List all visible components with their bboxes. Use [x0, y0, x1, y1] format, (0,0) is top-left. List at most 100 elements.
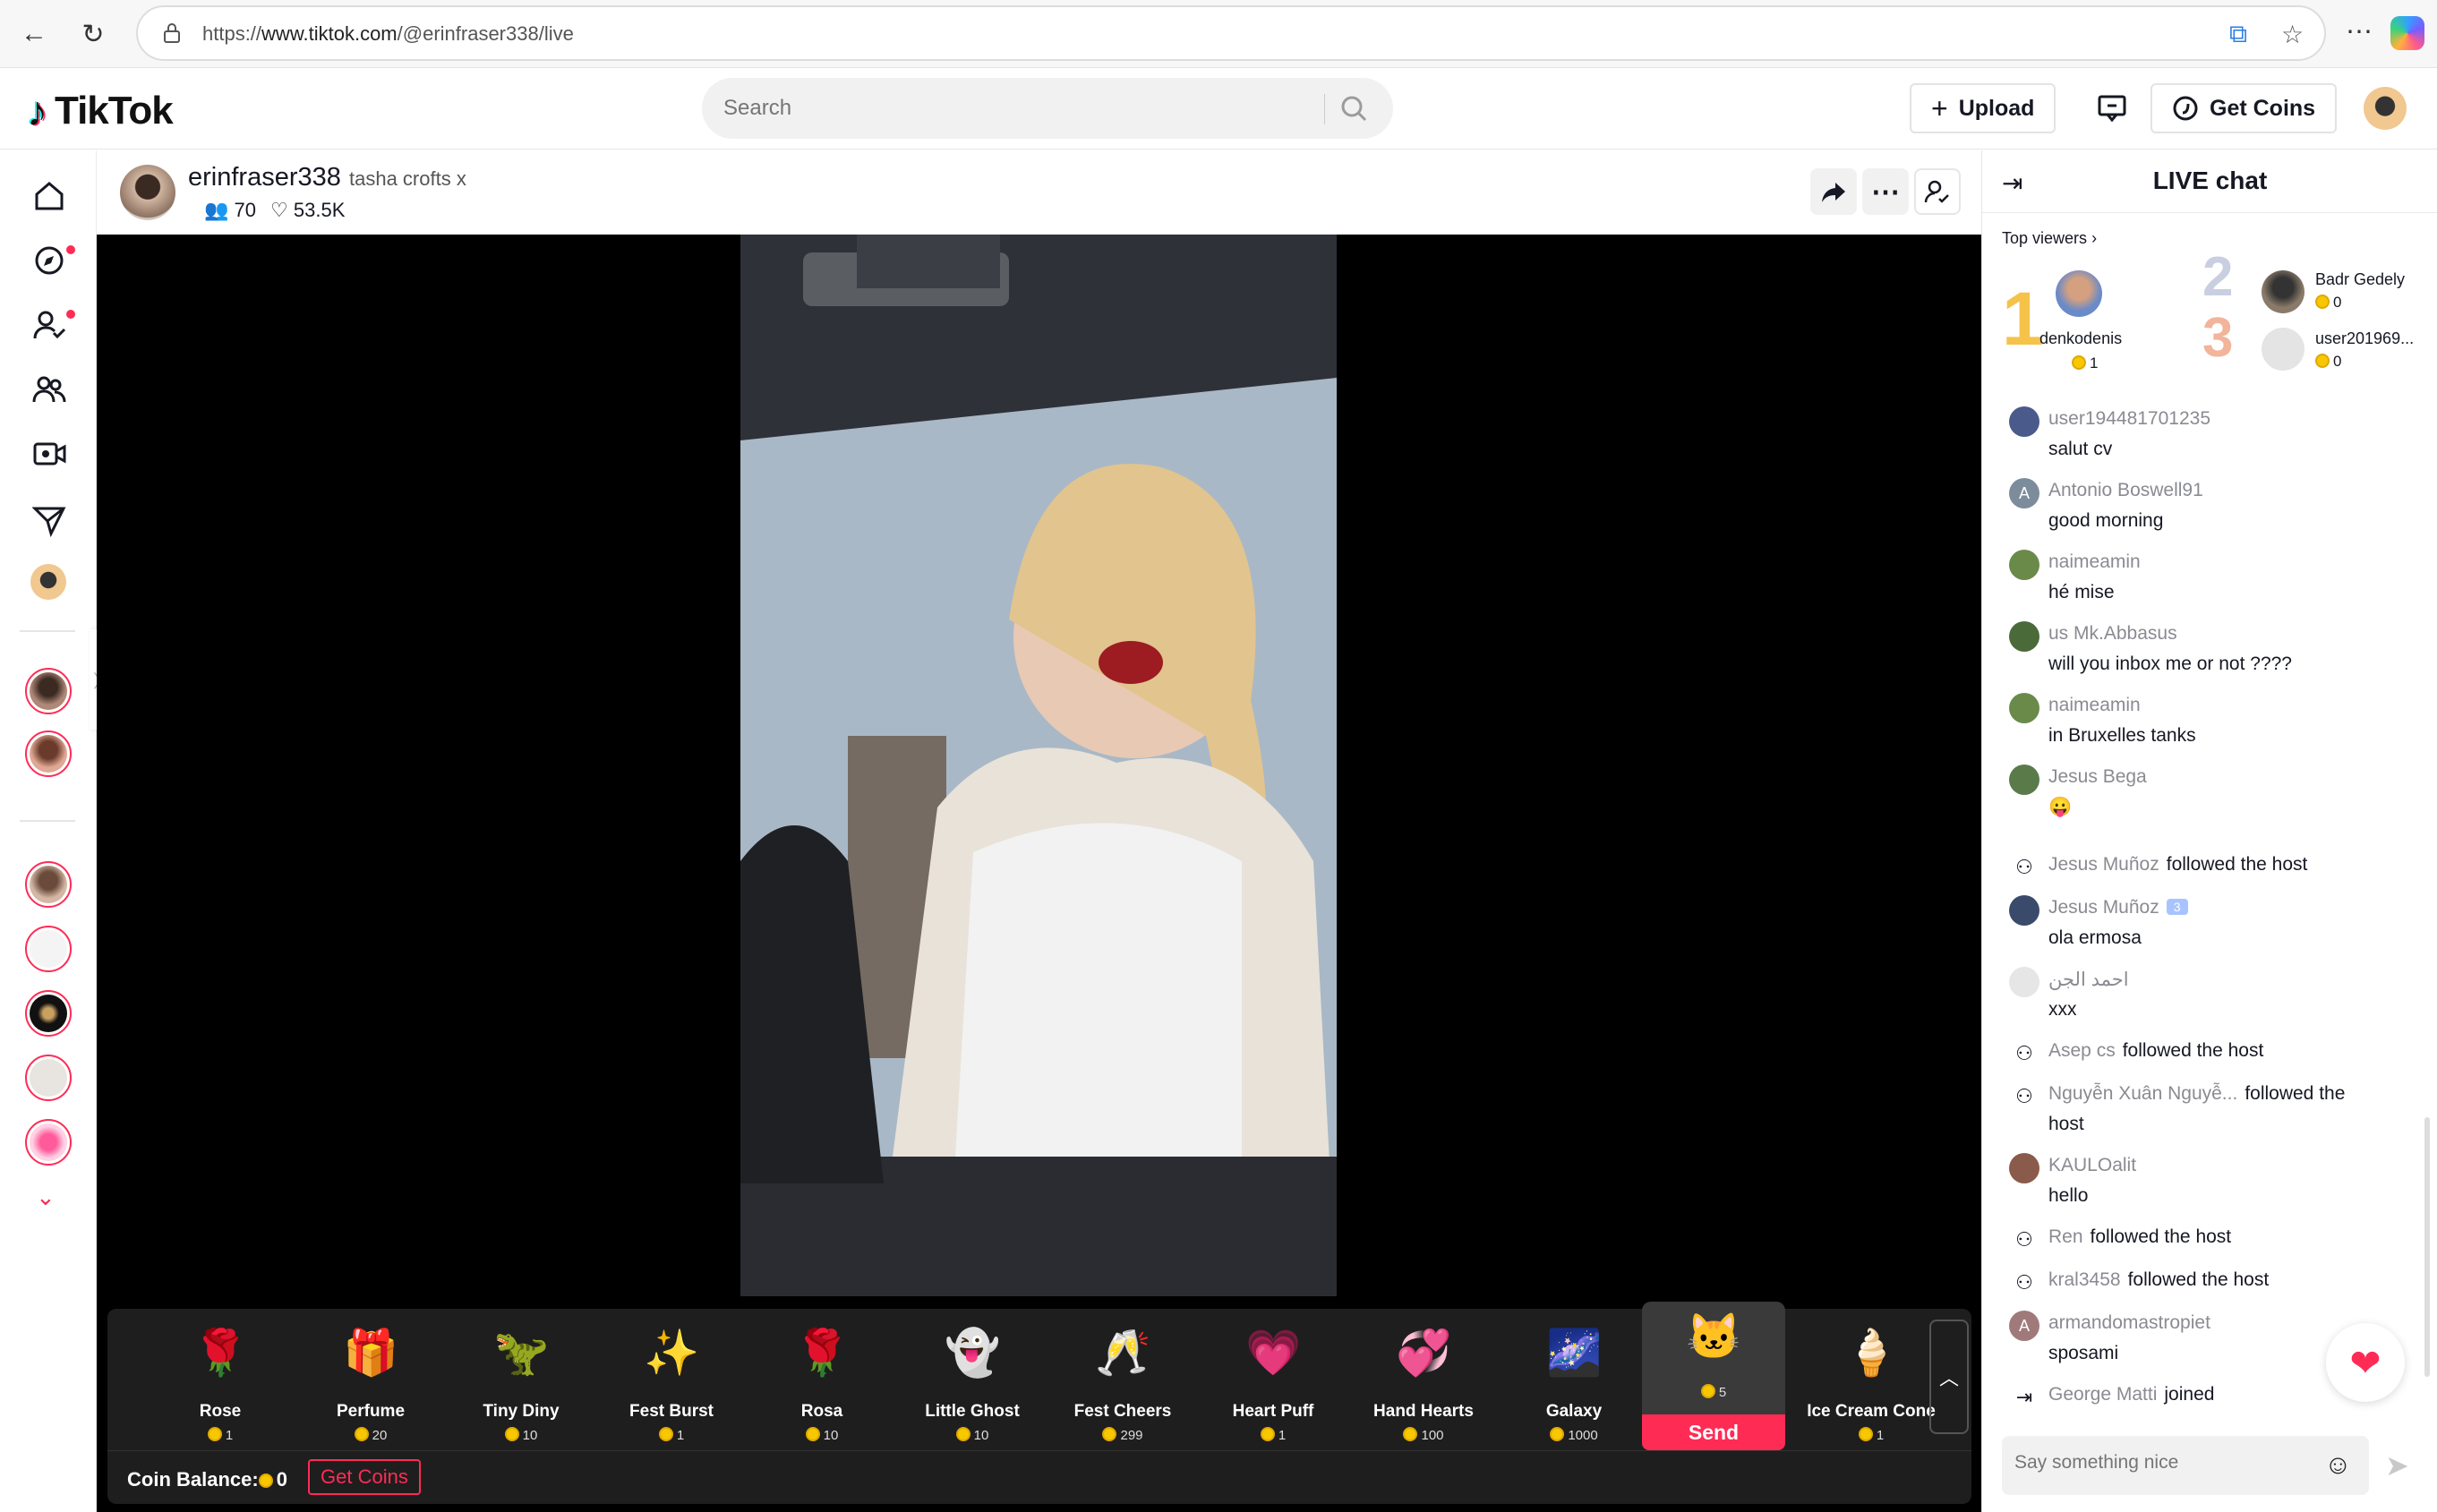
chat-username[interactable]: احمد الجن	[2048, 969, 2129, 991]
address-bar[interactable]: https://www.tiktok.com/@erinfraser338/li…	[136, 5, 2326, 61]
top-viewer-avatar[interactable]	[2056, 270, 2102, 317]
gift-item[interactable]: 🌹 Rose 1	[149, 1318, 292, 1452]
get-coins-link[interactable]: Get Coins	[308, 1459, 421, 1495]
gift-item[interactable]: 🍦 Ice Cream Cone 1	[1800, 1318, 1943, 1452]
chat-username[interactable]: Antonio Boswell91	[2048, 480, 2203, 501]
gift-item[interactable]: 💞 Hand Hearts 100	[1352, 1318, 1495, 1452]
favorite-star-icon[interactable]: ☆	[2281, 20, 2304, 49]
live-creator-avatar[interactable]	[25, 926, 72, 972]
chat-username[interactable]: naimeamin	[2048, 551, 2141, 573]
chat-scrollbar[interactable]	[2424, 1117, 2430, 1377]
live-video-stream[interactable]	[740, 235, 1337, 1296]
chat-username[interactable]: Jesus Muñoz followed the host	[2048, 854, 2307, 876]
coin-icon	[955, 1427, 971, 1441]
rank-1-badge: 1	[2002, 277, 2044, 361]
top-viewer-avatar[interactable]	[2262, 328, 2304, 371]
chat-message-text: ola ermosa	[2048, 927, 2142, 948]
gift-icon: 🍦	[1843, 1328, 1900, 1378]
chat-username[interactable]: Ren followed the host	[2048, 1226, 2231, 1248]
top-viewers-link[interactable]: Top viewers ›	[2002, 229, 2097, 248]
live-creator-avatar[interactable]	[25, 1055, 72, 1101]
upload-button[interactable]: + Upload	[1910, 83, 2056, 133]
chat-messages-list[interactable]: no inbox me will u or not ???? user194481…	[1982, 392, 2437, 1422]
chat-username[interactable]: kral3458 followed the host	[2048, 1269, 2269, 1291]
chat-username[interactable]: naimeamin	[2048, 695, 2141, 716]
browser-menu-icon[interactable]: ⋯	[2346, 16, 2373, 47]
profile-avatar[interactable]	[2364, 87, 2407, 130]
send-message-icon[interactable]: ➤	[2385, 1448, 2409, 1482]
live-friend-avatar[interactable]	[25, 668, 72, 714]
back-icon[interactable]: ←	[18, 18, 50, 50]
show-more-chevron-icon[interactable]: ⌄	[36, 1183, 56, 1211]
search-input[interactable]	[723, 94, 1296, 123]
following-icon[interactable]	[29, 304, 70, 346]
search-icon[interactable]	[1339, 94, 1368, 123]
gift-item[interactable]: 👻 Little Ghost 10	[901, 1318, 1044, 1452]
gift-name: Rosa	[800, 1402, 843, 1421]
top-viewer-avatar[interactable]	[2262, 270, 2304, 313]
gift-item[interactable]: 💗 Heart Puff 1	[1201, 1318, 1345, 1452]
gift-item[interactable]: 🎁 Perfume 20	[299, 1318, 442, 1452]
chat-message-text: hello	[2048, 1185, 2089, 1206]
search-box[interactable]	[702, 78, 1393, 139]
chat-event-text: joined	[2164, 1384, 2215, 1405]
gift-icon: 👻	[945, 1328, 1001, 1378]
gift-item[interactable]: 🦖 Tiny Diny 10	[449, 1318, 593, 1452]
messages-icon[interactable]	[29, 500, 70, 541]
chat-username[interactable]: Nguyễn Xuân Nguyễ... followed the	[2048, 1083, 2345, 1105]
reload-icon[interactable]: ↻	[77, 18, 109, 50]
chat-message-text: in Bruxelles tanks	[2048, 725, 2196, 746]
chat-username[interactable]: user194481701235	[2048, 408, 2210, 430]
chat-username[interactable]: George Matti joined	[2048, 1384, 2214, 1405]
share-button[interactable]	[1810, 168, 1857, 215]
top-viewer-name[interactable]: denkodenis	[2039, 329, 2122, 348]
send-gift-button[interactable]: Send	[1642, 1414, 1785, 1450]
chat-user-avatar	[2009, 895, 2039, 926]
follow-user-icon: ⚇	[2015, 1085, 2033, 1107]
get-coins-button[interactable]: Get Coins	[2151, 83, 2338, 133]
live-creator-avatar[interactable]	[25, 1119, 72, 1166]
gift-item[interactable]: 🌹 Rosa 10	[750, 1318, 894, 1452]
coin-icon	[2173, 96, 2198, 121]
chat-user-avatar	[2009, 765, 2039, 795]
chat-username[interactable]: armandomastropiet	[2048, 1312, 2210, 1334]
gift-item[interactable]: 🐱 5 Send	[1642, 1302, 1785, 1450]
more-options-button[interactable]: ⋯	[1862, 168, 1909, 215]
gift-item[interactable]: 🥂 Fest Cheers 299	[1051, 1318, 1194, 1452]
friends-icon[interactable]	[29, 369, 70, 410]
gift-price: 1	[1800, 1427, 1943, 1443]
site-info-icon[interactable]	[161, 21, 183, 45]
tiktok-logo[interactable]: ♪ TikTok	[27, 87, 174, 135]
live-icon[interactable]	[29, 433, 70, 474]
live-friend-avatar[interactable]	[25, 730, 72, 777]
gift-item[interactable]: 🌌 Galaxy 1000	[1502, 1318, 1646, 1452]
chat-user-avatar	[2009, 406, 2039, 437]
live-creator-avatar[interactable]	[25, 990, 72, 1037]
chat-input-box[interactable]: ☺	[2002, 1436, 2369, 1495]
gift-item[interactable]: ✨ Fest Burst 1	[600, 1318, 743, 1452]
chat-username[interactable]: Jesus Bega	[2048, 766, 2147, 788]
chat-username[interactable]: KAULOalit	[2048, 1155, 2136, 1176]
host-avatar[interactable]	[120, 165, 175, 220]
inbox-button[interactable]	[2086, 83, 2138, 133]
like-heart-button[interactable]: ❤	[2326, 1323, 2405, 1402]
top-viewer-name[interactable]: user201969...	[2315, 329, 2414, 348]
expand-gifts-chevron-icon[interactable]: ︿	[1929, 1320, 1969, 1434]
chat-username[interactable]: Jesus Muñoz 3	[2048, 897, 2188, 918]
chat-username[interactable]: Asep cs followed the host	[2048, 1040, 2263, 1062]
explore-icon[interactable]	[29, 240, 70, 281]
emoji-icon[interactable]: ☺	[2324, 1450, 2352, 1481]
top-viewer-name[interactable]: Badr Gedely	[2315, 270, 2405, 289]
coin-icon	[1102, 1427, 1117, 1441]
chat-username[interactable]: us Mk.Abbasus	[2048, 623, 2177, 645]
copilot-icon[interactable]	[2390, 16, 2424, 50]
chat-event-text: followed the host	[2090, 1226, 2232, 1247]
app-available-icon[interactable]: ⧉	[2229, 20, 2247, 49]
profile-sidebar-avatar[interactable]	[29, 562, 68, 602]
live-creator-avatar[interactable]	[25, 861, 72, 908]
chat-input[interactable]	[2014, 1452, 2310, 1474]
follow-host-button[interactable]	[1914, 168, 1961, 215]
gift-icon: ✨	[644, 1328, 700, 1378]
host-name[interactable]: erinfraser338	[188, 163, 341, 192]
home-icon[interactable]	[29, 175, 70, 217]
